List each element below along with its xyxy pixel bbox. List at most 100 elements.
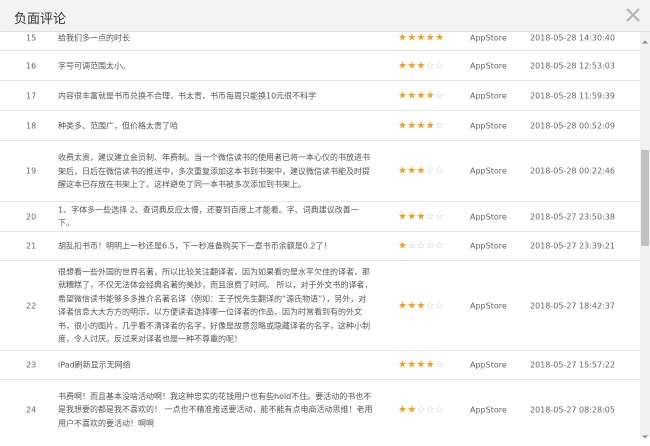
star-filled-icon: ★ (407, 90, 417, 101)
star-filled-icon: ★ (398, 120, 408, 131)
star-empty-icon: ☆ (435, 120, 445, 131)
review-text: 很想看一些外国的世界名著，所以比较关注翻译者，因为如果看的是水平欠佳的译者，那就… (58, 267, 373, 344)
star-filled-icon: ★ (416, 120, 426, 131)
star-filled-icon: ★ (398, 240, 408, 252)
star-filled-icon: ★ (416, 165, 426, 177)
dialog-header: 负面评论 (0, 0, 650, 32)
review-source: AppStore (470, 121, 507, 130)
row-index: 19 (26, 166, 37, 176)
star-filled-icon: ★ (398, 404, 408, 415)
scroll-up-icon[interactable] (640, 32, 650, 44)
table-row: 21 胡乱扣书币！明明上一秒还是6.5，下一秒准备购买下一章书币余额是0.2了！ ★… (0, 232, 640, 261)
review-time: 2018-05-28 11:59:39 (530, 91, 615, 100)
star-filled-icon: ★ (425, 32, 436, 44)
review-text: 1、字体多一些选择 2、查词典反应太慢，还要到百度上才能看。字、词典建议改善一下… (58, 205, 359, 228)
review-time: 2018-05-27 18:42:37 (530, 301, 615, 310)
star-empty-icon: ☆ (435, 240, 445, 252)
star-filled-icon: ★ (407, 60, 417, 71)
table-row: 16 字号可调范围太小。 ★★★☆☆ AppStore 2018-05-28 12:53… (0, 51, 640, 81)
star-filled-icon: ★ (398, 32, 408, 44)
review-source: AppStore (470, 301, 507, 310)
star-empty-icon: ☆ (425, 404, 436, 415)
row-index: 17 (26, 91, 37, 100)
star-filled-icon: ★ (416, 90, 426, 101)
review-text: 种类多、范围广，但价格太贵了哈 (58, 120, 178, 130)
review-source: AppStore (470, 360, 507, 370)
star-empty-icon: ☆ (425, 211, 436, 222)
star-empty-icon: ☆ (435, 90, 445, 101)
star-empty-icon: ☆ (435, 165, 445, 177)
star-filled-icon: ★ (407, 32, 417, 44)
star-empty-icon: ☆ (425, 165, 436, 177)
star-filled-icon: ★ (425, 359, 436, 371)
star-empty-icon: ☆ (425, 300, 436, 311)
scrollbar-thumb[interactable] (641, 150, 649, 246)
rating-stars: ★★★★☆ (398, 120, 444, 131)
star-empty-icon: ☆ (435, 60, 445, 71)
rating-stars: ★★★★☆ (398, 360, 444, 371)
rating-stars: ★★★☆☆ (398, 300, 444, 311)
review-time: 2018-05-27 08:28:05 (530, 405, 615, 414)
review-source: AppStore (470, 61, 507, 70)
scroll-down-icon[interactable] (640, 427, 650, 439)
star-filled-icon: ★ (407, 300, 417, 311)
review-text: iPad刷新显示无网络 (58, 360, 131, 370)
rating-stars: ★☆☆☆☆ (398, 241, 444, 252)
star-filled-icon: ★ (416, 300, 426, 311)
review-source: AppStore (470, 212, 507, 221)
star-filled-icon: ★ (416, 211, 426, 222)
row-index: 16 (26, 61, 37, 70)
review-time: 2018-05-27 23:39:21 (530, 241, 615, 251)
star-empty-icon: ☆ (407, 240, 417, 252)
review-time: 2018-05-28 14:30:40 (530, 33, 615, 43)
row-index: 21 (26, 241, 37, 251)
star-empty-icon: ☆ (425, 240, 436, 252)
star-filled-icon: ★ (398, 359, 408, 371)
star-empty-icon: ☆ (435, 359, 445, 371)
vertical-scrollbar[interactable] (640, 32, 650, 439)
table-row: 18 种类多、范围广，但价格太贵了哈 ★★★★☆ AppStore 2018-05-28… (0, 111, 640, 141)
review-source: AppStore (470, 241, 507, 251)
star-filled-icon: ★ (416, 60, 426, 71)
row-index: 23 (26, 360, 37, 370)
star-filled-icon: ★ (425, 90, 436, 101)
star-empty-icon: ☆ (435, 404, 445, 415)
review-source: AppStore (470, 405, 507, 414)
rating-stars: ★★★☆☆ (398, 60, 444, 71)
review-source: AppStore (470, 33, 507, 43)
table-row: 19 收费太贵，建议建立会员制、年费制。当一个微信读书的使用者已将一本心仪的书放进… (0, 141, 640, 202)
star-filled-icon: ★ (416, 359, 426, 371)
rating-stars: ★★☆☆☆ (398, 404, 444, 415)
close-icon[interactable] (622, 4, 644, 26)
star-empty-icon: ☆ (416, 404, 426, 415)
rating-stars: ★★★★☆ (398, 90, 444, 101)
row-index: 18 (26, 121, 37, 130)
review-text: 给我们多一点的时长 (58, 33, 130, 43)
star-filled-icon: ★ (407, 120, 417, 131)
review-text: 胡乱扣书币！明明上一秒还是6.5，下一秒准备购买下一章书币余额是0.2了！ (58, 241, 332, 251)
star-filled-icon: ★ (407, 404, 417, 415)
review-text: 收费太贵，建议建立会员制、年费制。当一个微信读书的使用者已将一本心仪的书放进书架… (58, 152, 370, 189)
table-row: 20 1、字体多一些选择 2、查词典反应太慢，还要到百度上才能看。字、词典建议改善… (0, 202, 640, 232)
star-filled-icon: ★ (435, 32, 445, 44)
review-time: 2018-05-28 12:53:03 (530, 61, 615, 70)
review-text: 内容很丰富就是书币兑换不合理，书太贵，书币每周只能换10元很不科学 (58, 90, 317, 100)
review-time: 2018-05-27 15:57:22 (530, 360, 615, 370)
review-text: 书费啊！而且基本没啥活动啊！我这种忠实的花钱用户也有些hold不住。要活动的书也… (58, 391, 373, 428)
review-source: AppStore (470, 91, 507, 100)
star-empty-icon: ☆ (416, 240, 426, 252)
review-time: 2018-05-28 00:22:46 (530, 166, 615, 176)
star-filled-icon: ★ (416, 32, 426, 44)
review-table: 15 给我们多一点的时长 ★★★★★ AppStore 2018-05-28 14:30… (0, 32, 640, 437)
table-row: 15 给我们多一点的时长 ★★★★★ AppStore 2018-05-28 14:30… (0, 32, 640, 51)
table-row: 22 很想看一些外国的世界名著，所以比较关注翻译者，因为如果看的是水平欠佳的译者，… (0, 261, 640, 351)
review-time: 2018-05-27 23:50:38 (530, 212, 615, 221)
star-filled-icon: ★ (398, 300, 408, 311)
row-index: 15 (26, 33, 37, 43)
star-filled-icon: ★ (425, 120, 436, 131)
table-row: 24 书费啊！而且基本没啥活动啊！我这种忠实的花钱用户也有些hold不住。要活动的… (0, 380, 640, 437)
rating-stars: ★★★☆☆ (398, 166, 444, 177)
review-text: 字号可调范围太小。 (58, 60, 130, 70)
star-filled-icon: ★ (407, 359, 417, 371)
star-filled-icon: ★ (398, 165, 408, 177)
